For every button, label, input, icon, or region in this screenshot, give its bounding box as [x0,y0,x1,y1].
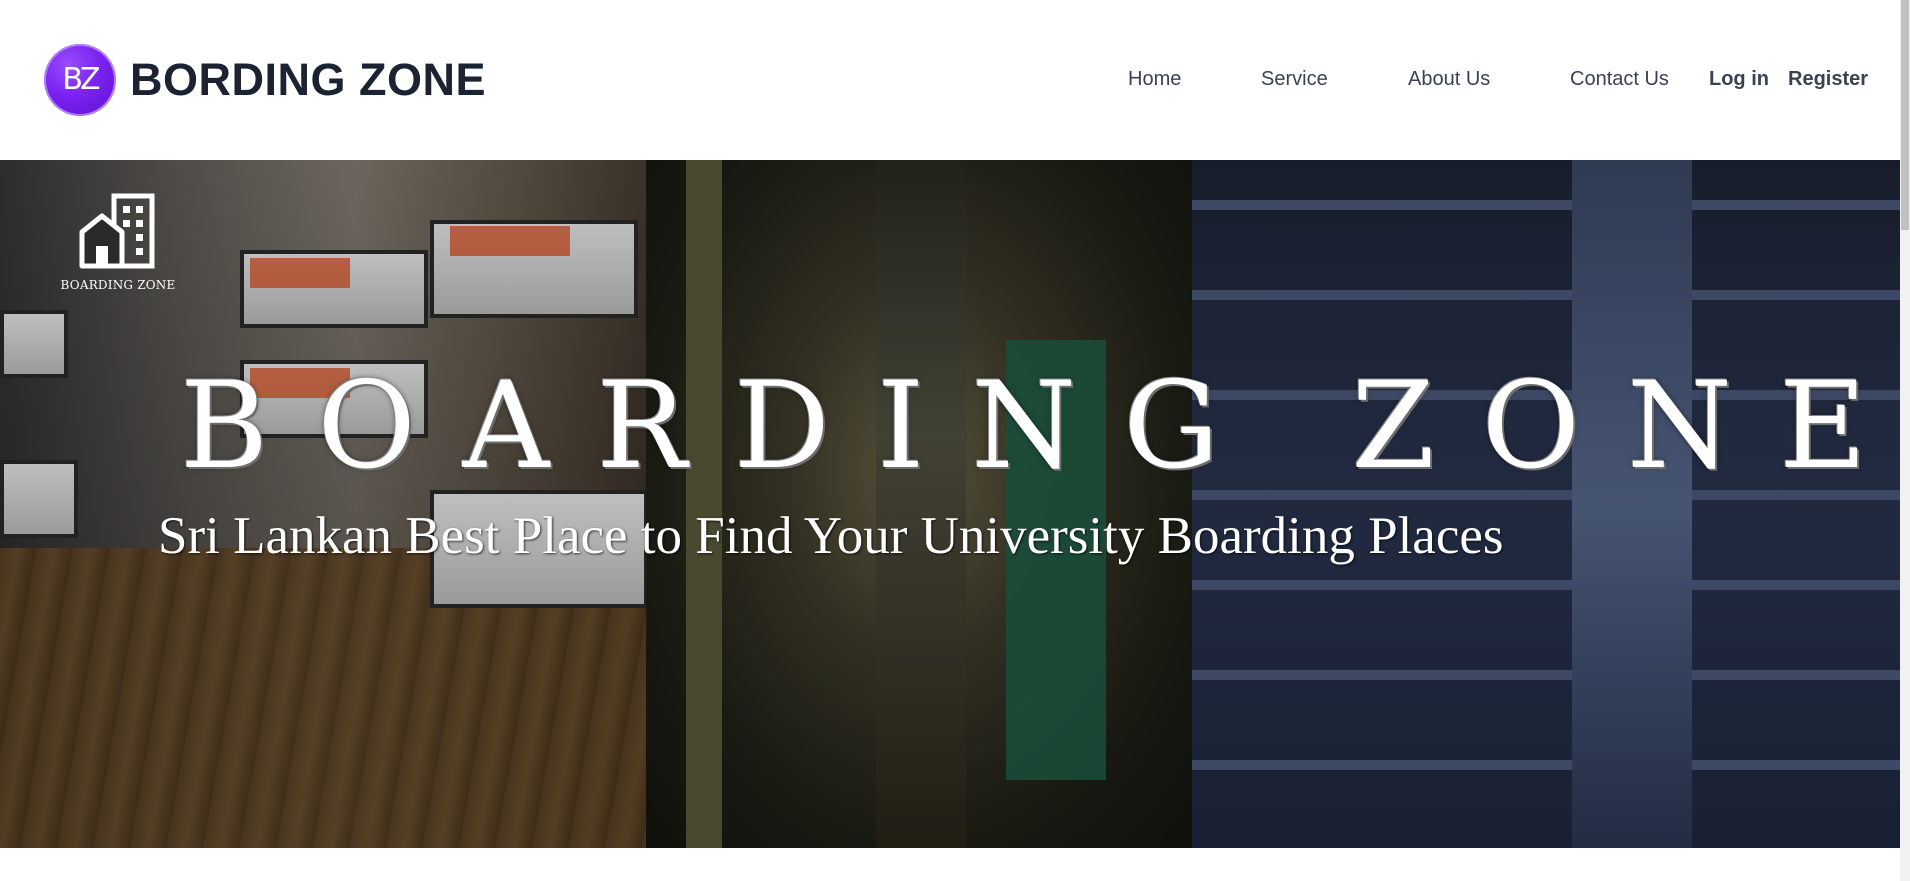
nav-contact-us[interactable]: Contact Us [1570,68,1669,91]
nav-about-us[interactable]: About Us [1408,68,1490,91]
brand-logo-text: BZ [62,62,100,97]
hero-overlay [0,160,1900,848]
hero-small-logo-text: BOARDING ZONE [60,278,176,292]
page-scrollbar[interactable] [1900,0,1910,881]
building-house-icon [79,193,155,269]
brand-name: BORDING ZONE [130,54,487,105]
hero-small-logo: BOARDING ZONE [58,192,178,292]
hero-subtitle: Sri Lankan Best Place to Find Your Unive… [158,507,1504,565]
nav-service[interactable]: Service [1261,68,1328,91]
brand-logo: BZ [44,44,116,116]
nav-home[interactable]: Home [1128,68,1181,91]
nav-login[interactable]: Log in [1709,68,1769,91]
brand-link[interactable]: BZ BORDING ZONE [44,42,486,118]
hero-title: BOARDING ZONE [180,357,1900,496]
nav-register[interactable]: Register [1788,68,1868,91]
scrollbar-thumb[interactable] [1901,0,1909,230]
hero-banner: BOARDING ZONE BOARDING ZONE Sri Lankan B… [0,160,1900,848]
page: BZ BORDING ZONE Home Service About Us Co… [0,0,1910,881]
navbar: BZ BORDING ZONE Home Service About Us Co… [0,0,1900,160]
